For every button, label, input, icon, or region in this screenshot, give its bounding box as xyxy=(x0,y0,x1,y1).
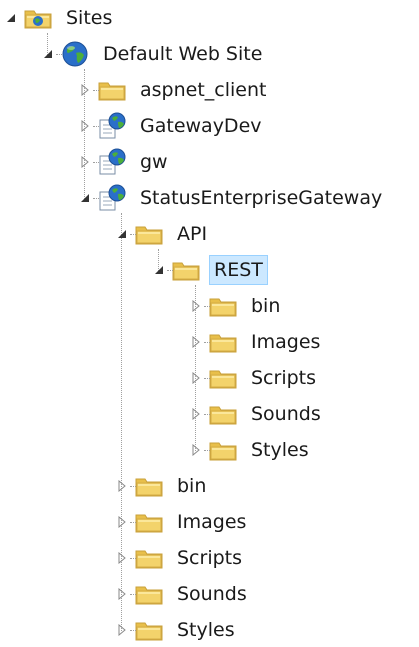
tree-node[interactable]: Styles xyxy=(189,433,314,467)
folder-icon xyxy=(133,509,165,535)
collapse-arrow-icon[interactable] xyxy=(115,227,129,241)
tree-branch-dots xyxy=(204,342,210,343)
tree-node[interactable]: aspnet_client xyxy=(78,73,271,107)
folder-icon xyxy=(133,545,165,571)
tree-node[interactable]: Scripts xyxy=(189,361,321,395)
tree-node-label[interactable]: bin xyxy=(172,471,211,501)
web-application-icon xyxy=(96,148,128,175)
folder-icon xyxy=(207,401,239,427)
collapse-arrow-icon[interactable] xyxy=(41,47,55,61)
tree-node-label[interactable]: Default Web Site xyxy=(98,39,267,69)
tree-node[interactable]: StatusEnterpriseGateway xyxy=(78,181,387,215)
tree-node-label[interactable]: Sounds xyxy=(172,579,252,609)
globe-icon xyxy=(59,41,91,67)
tree-node-label[interactable]: Scripts xyxy=(246,363,321,393)
expand-arrow-icon[interactable] xyxy=(189,443,203,457)
folder-icon xyxy=(207,365,239,391)
tree-node-label[interactable]: Styles xyxy=(246,435,314,465)
collapse-arrow-icon[interactable] xyxy=(4,11,18,25)
tree-node[interactable]: Sounds xyxy=(189,397,326,431)
expand-arrow-icon[interactable] xyxy=(115,623,129,637)
expand-arrow-icon[interactable] xyxy=(78,83,92,97)
expand-arrow-icon[interactable] xyxy=(78,119,92,133)
folder-icon xyxy=(133,581,165,607)
tree-node-label[interactable]: Sites xyxy=(61,3,117,33)
expand-arrow-icon[interactable] xyxy=(189,371,203,385)
tree-node-label[interactable]: aspnet_client xyxy=(135,75,271,105)
tree-node[interactable]: Images xyxy=(189,325,325,359)
tree-node-label[interactable]: Styles xyxy=(172,615,240,645)
tree-node[interactable]: GatewayDev xyxy=(78,109,267,143)
tree-branch-dots xyxy=(130,234,136,235)
sites-folder-icon xyxy=(22,5,54,31)
web-application-icon xyxy=(96,112,128,139)
expand-arrow-icon[interactable] xyxy=(189,335,203,349)
collapse-arrow-icon[interactable] xyxy=(78,191,92,205)
expand-arrow-icon[interactable] xyxy=(115,551,129,565)
folder-icon xyxy=(133,617,165,643)
tree-node[interactable]: Images xyxy=(115,505,251,539)
tree-node-label[interactable]: REST xyxy=(209,255,268,285)
expand-arrow-icon[interactable] xyxy=(78,155,92,169)
folder-icon xyxy=(133,221,165,247)
tree-node-label[interactable]: bin xyxy=(246,291,285,321)
tree-node[interactable]: bin xyxy=(115,469,211,503)
folder-icon xyxy=(170,257,202,283)
folder-icon xyxy=(207,293,239,319)
tree-node-label[interactable]: GatewayDev xyxy=(135,111,267,141)
tree-node[interactable]: Sites xyxy=(4,1,117,35)
expand-arrow-icon[interactable] xyxy=(189,407,203,421)
tree-node-label[interactable]: gw xyxy=(135,147,173,177)
tree-node-label[interactable]: Images xyxy=(246,327,325,357)
tree-branch-dots xyxy=(93,198,99,199)
tree-branch-dots xyxy=(130,594,136,595)
expand-arrow-icon[interactable] xyxy=(189,299,203,313)
tree-branch-dots xyxy=(130,486,136,487)
tree-branch-dots xyxy=(204,306,210,307)
tree-branch-dots xyxy=(204,450,210,451)
tree-branch-dots xyxy=(130,630,136,631)
tree-node[interactable]: Sounds xyxy=(115,577,252,611)
expand-arrow-icon[interactable] xyxy=(115,587,129,601)
tree-branch-dots xyxy=(167,270,173,271)
tree-node[interactable]: Scripts xyxy=(115,541,247,575)
tree-branch-dots xyxy=(93,162,99,163)
web-application-icon xyxy=(96,184,128,211)
tree-branch-dots xyxy=(130,558,136,559)
tree-node[interactable]: REST xyxy=(152,253,268,287)
tree-branch-dots xyxy=(93,90,99,91)
tree-branch-dots xyxy=(204,378,210,379)
tree-node[interactable]: API xyxy=(115,217,212,251)
tree-node[interactable]: gw xyxy=(78,145,173,179)
tree-branch-dots xyxy=(93,126,99,127)
folder-icon xyxy=(133,473,165,499)
expand-arrow-icon[interactable] xyxy=(115,515,129,529)
site-tree: Sites Default Web Site aspnet_client Gatewa… xyxy=(0,0,419,646)
tree-branch-dots xyxy=(204,414,210,415)
tree-node[interactable]: Styles xyxy=(115,613,240,647)
collapse-arrow-icon[interactable] xyxy=(152,263,166,277)
tree-node-label[interactable]: Images xyxy=(172,507,251,537)
tree-branch-dots xyxy=(130,522,136,523)
tree-branch-dots xyxy=(56,54,62,55)
tree-node-label[interactable]: Sounds xyxy=(246,399,326,429)
tree-node[interactable]: bin xyxy=(189,289,285,323)
expand-arrow-icon[interactable] xyxy=(115,479,129,493)
folder-icon xyxy=(96,77,128,103)
folder-icon xyxy=(207,437,239,463)
tree-node-label[interactable]: Scripts xyxy=(172,543,247,573)
tree-node-label[interactable]: API xyxy=(172,219,212,249)
folder-icon xyxy=(207,329,239,355)
tree-node-label[interactable]: StatusEnterpriseGateway xyxy=(135,183,387,213)
tree-node[interactable]: Default Web Site xyxy=(41,37,267,71)
